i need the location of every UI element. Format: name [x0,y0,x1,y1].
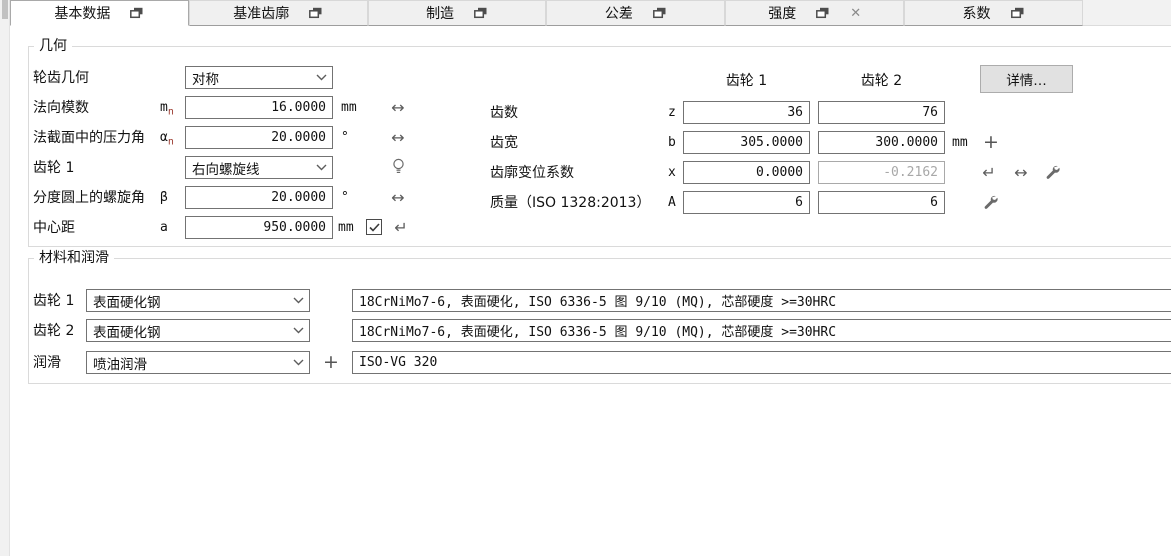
close-tab-icon[interactable]: ✕ [850,7,861,20]
tab-label: 公差 [605,3,633,23]
detach-window-icon[interactable] [130,7,144,19]
chevron-down-icon [293,327,304,334]
tab-tolerances[interactable]: 公差 [546,0,725,26]
pressure-angle-symbol: αn [160,128,174,153]
convert-swap-icon[interactable]: ↔ [389,126,407,149]
teeth-gear2-input[interactable]: 76 [818,101,945,124]
hint-lightbulb-icon[interactable] [392,158,405,176]
chevron-down-icon [293,297,304,304]
geometry-legend: 几何 [34,38,72,54]
lubrication-label: 润滑 [33,353,61,373]
detach-window-icon[interactable] [474,7,488,19]
return-indicator-icon: ↵ [392,216,410,239]
tab-strength[interactable]: 强度 ✕ [725,0,904,26]
sizing-wrench-icon[interactable] [1044,164,1060,180]
detach-window-icon[interactable] [309,7,323,19]
material-gear2-select[interactable]: 表面硬化钢 [86,319,310,342]
selected-value: 喷油润滑 [93,353,147,373]
face-width-gear1-input[interactable]: 305.0000 [683,131,810,154]
basic-data-panel: 基本数据 基准齿廓 制造 公差 强度 ✕ 系数 几何 轮齿几何 对称 [0,0,1171,556]
material-gear1-select[interactable]: 表面硬化钢 [86,289,310,312]
profile-shift-gear2-input: -0.2162 [818,161,945,184]
quality-gear2-input[interactable]: 6 [818,191,945,214]
convert-swap-icon[interactable]: ↔ [389,96,407,119]
tab-label: 基本数据 [54,3,110,23]
normal-module-unit: mm [341,96,357,119]
chevron-down-icon [316,74,327,81]
detach-window-icon[interactable] [1011,7,1025,19]
tab-basic-data[interactable]: 基本数据 [10,0,189,26]
pressure-angle-unit: ° [341,126,349,149]
selected-value: 对称 [192,68,219,88]
tab-bar: 基本数据 基准齿廓 制造 公差 强度 ✕ 系数 [10,0,1083,26]
material-gear2-label: 齿轮 2 [33,321,74,341]
tab-factors[interactable]: 系数 [904,0,1083,26]
tab-label: 强度 [768,3,796,23]
chevron-down-icon [293,359,304,366]
sizing-wrench-icon[interactable] [982,194,998,210]
scrollbar-thumb[interactable] [2,0,8,19]
center-distance-label: 中心距 [33,218,75,238]
helix-angle-label: 分度圆上的螺旋角 [33,188,145,208]
gear1-column-header: 齿轮 1 [683,72,810,90]
left-scrollbar[interactable] [0,0,10,556]
details-button[interactable]: 详情… [980,65,1073,93]
profile-shift-label: 齿廓变位系数 [490,163,574,183]
helix-angle-symbol: β [160,188,168,208]
quality-label: 质量（ISO 1328:2013） [490,193,650,213]
teeth-gear1-input[interactable]: 36 [683,101,810,124]
face-width-label: 齿宽 [490,133,518,153]
profile-shift-gear1-input[interactable]: 0.0000 [683,161,810,184]
gear1-direction-label: 齿轮 1 [33,158,74,178]
convert-swap-icon[interactable]: ↔ [389,186,407,209]
selected-value: 右向螺旋线 [192,158,260,178]
lubricant-spec-field[interactable]: ISO-VG 320 [352,351,1171,374]
tab-label: 基准齿廓 [233,3,289,23]
chevron-down-icon [316,164,327,171]
teeth-symbol: z [668,103,676,123]
tab-label: 制造 [426,3,454,23]
material-gear2-spec-field[interactable]: 18CrNiMo7-6, 表面硬化, ISO 6336-5 图 9/10 (MQ… [352,319,1171,342]
center-distance-symbol: a [160,218,168,238]
helix-angle-unit: ° [341,186,349,209]
tooth-geometry-select[interactable]: 对称 [185,66,333,89]
normal-module-label: 法向模数 [33,98,89,118]
material-gear1-label: 齿轮 1 [33,291,74,311]
normal-module-input[interactable]: 16.0000 [185,96,333,119]
helix-direction-select[interactable]: 右向螺旋线 [185,156,333,179]
face-width-gear2-input[interactable]: 300.0000 [818,131,945,154]
detach-window-icon[interactable] [653,7,667,19]
tab-reference-profile[interactable]: 基准齿廓 [189,0,368,26]
face-width-symbol: b [668,133,676,153]
gear2-column-header: 齿轮 2 [818,72,945,90]
return-indicator-icon: ↵ [980,161,998,184]
lubrication-select[interactable]: 喷油润滑 [86,351,310,374]
tab-manufacturing[interactable]: 制造 [368,0,547,26]
center-distance-checkbox[interactable] [366,219,382,235]
plus-icon[interactable]: + [982,131,1000,154]
pressure-angle-label: 法截面中的压力角 [33,128,145,148]
teeth-label: 齿数 [490,103,518,123]
tab-label: 系数 [963,3,991,23]
face-width-unit: mm [952,131,968,154]
tab-bar-filler [1083,0,1171,26]
materials-legend: 材料和润滑 [34,250,114,266]
tooth-geometry-label: 轮齿几何 [33,68,89,88]
detach-window-icon[interactable] [816,7,830,19]
helix-angle-input[interactable]: 20.0000 [185,186,333,209]
center-distance-unit: mm [338,216,354,239]
pressure-angle-input[interactable]: 20.0000 [185,126,333,149]
convert-swap-icon[interactable]: ↔ [1012,161,1030,184]
profile-shift-symbol: x [668,163,676,183]
selected-value: 表面硬化钢 [93,321,161,341]
plus-icon[interactable]: + [322,351,340,374]
quality-symbol: A [668,193,676,213]
quality-gear1-input[interactable]: 6 [683,191,810,214]
selected-value: 表面硬化钢 [93,291,161,311]
material-gear1-spec-field[interactable]: 18CrNiMo7-6, 表面硬化, ISO 6336-5 图 9/10 (MQ… [352,289,1171,312]
normal-module-symbol: mn [160,98,174,123]
center-distance-input[interactable]: 950.0000 [185,216,333,239]
